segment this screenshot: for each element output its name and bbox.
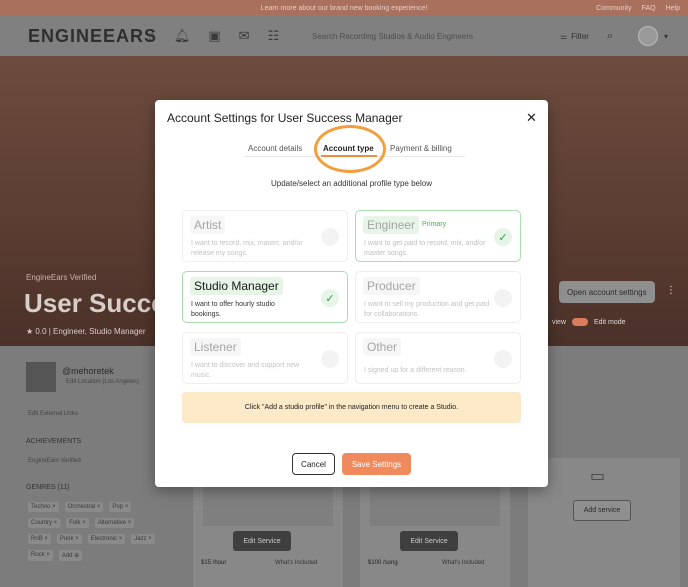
edit-mode-label: Edit mode	[594, 318, 626, 326]
profile-type-card-studio-manager[interactable]: Studio Manager I want to offer hourly st…	[182, 271, 348, 323]
genre-tag[interactable]: Country ×	[28, 518, 61, 528]
profile-type-card-other[interactable]: Other I signed up for a different reason…	[355, 332, 521, 384]
mail-icon[interactable]: ✉	[239, 28, 250, 44]
announcement-bar: Learn more about our brand new booking e…	[0, 0, 688, 16]
edit-service-button[interactable]: Edit Service	[400, 531, 458, 551]
card-description: I want to sell my production and get pai…	[364, 301, 490, 318]
profile-type-card-engineer[interactable]: Engineer Primary I want to get paid to r…	[355, 210, 521, 262]
genre-tag[interactable]: Alternative ×	[94, 518, 135, 528]
card-description: I want to discover and support new music…	[191, 362, 300, 379]
profile-handle: @mehoretek	[62, 366, 114, 376]
close-icon[interactable]: ✕	[526, 110, 537, 126]
modal-title: Account Settings for User Success Manage…	[167, 111, 403, 125]
view-label: view	[552, 318, 567, 326]
card-title: Engineer	[363, 216, 420, 234]
faq-link[interactable]: FAQ	[642, 5, 656, 12]
genre-tag[interactable]: Punk ×	[56, 534, 82, 544]
chevron-down-icon[interactable]: ▾	[664, 32, 668, 41]
genre-list: Techno × Orchestral × Pop × Country × Fo…	[28, 502, 158, 561]
card-title: Artist	[190, 216, 226, 234]
community-link[interactable]: Community	[596, 5, 631, 12]
user-avatar[interactable]	[638, 26, 658, 46]
card-title: Listener	[190, 338, 241, 356]
genre-tag[interactable]: RnB ×	[28, 534, 51, 544]
card-description: I want to get paid to record, mix, and/o…	[364, 240, 486, 257]
checkmark-icon[interactable]: ✓	[321, 289, 339, 307]
tab-account-details[interactable]: Account details	[248, 144, 302, 153]
more-options-icon[interactable]: ⋮	[666, 285, 676, 296]
whats-included-link[interactable]: What's Included	[275, 560, 318, 566]
genre-tag[interactable]: Pop ×	[109, 502, 132, 512]
genre-tag[interactable]: Orchestral ×	[64, 502, 104, 512]
service-thumbnail	[370, 486, 500, 526]
select-radio[interactable]	[321, 228, 339, 246]
filter-label: Filter	[571, 31, 589, 41]
edit-location-link[interactable]: Edit Location (Los Angeles)	[66, 379, 139, 385]
folder-icon[interactable]: ▣	[208, 28, 220, 44]
top-navbar: ENGINEEARS ⌂ 🔔︎ ▣ ✉ ☷ Search Recording S…	[0, 16, 688, 56]
achievements-heading: ACHIEVEMENTS	[26, 438, 82, 445]
bell-icon[interactable]: 🔔︎	[174, 28, 191, 44]
rating-line: ★ 0.0 | Engineer, Studio Manager	[26, 327, 146, 336]
card-title: Studio Manager	[190, 277, 283, 295]
select-radio[interactable]	[321, 350, 339, 368]
community-icon[interactable]: ☷	[268, 28, 280, 44]
primary-badge: Primary	[422, 221, 447, 228]
profile-picture	[26, 362, 56, 392]
service-price: $15 /hour	[201, 560, 227, 566]
help-link[interactable]: Help	[666, 5, 680, 12]
genre-tag[interactable]: Jazz ×	[131, 534, 155, 544]
save-settings-button[interactable]: Save Settings	[342, 453, 411, 475]
whats-included-link[interactable]: What's Included	[442, 560, 485, 566]
monitor-icon: ▭	[590, 468, 606, 485]
select-radio[interactable]	[494, 289, 512, 307]
studio-notice-banner: Click "Add a studio profile" in the navi…	[182, 392, 521, 423]
select-radio[interactable]	[494, 350, 512, 368]
card-title: Other	[363, 338, 402, 356]
announcement-message[interactable]: Learn more about our brand new booking e…	[0, 5, 688, 12]
add-service-card: ▭ Add service	[528, 458, 680, 587]
edit-external-links[interactable]: Edit External Links	[28, 411, 78, 417]
service-thumbnail	[203, 486, 333, 526]
edit-mode-toggle-row: view Edit mode	[552, 318, 626, 326]
profile-type-card-artist[interactable]: Artist I want to record, mix, master, an…	[182, 210, 348, 262]
service-price: $100 /song	[368, 560, 398, 566]
edit-mode-toggle[interactable]	[572, 318, 589, 326]
genre-tag[interactable]: Folk ×	[66, 518, 89, 528]
edit-service-button[interactable]: Edit Service	[233, 531, 291, 551]
active-tab-indicator	[321, 155, 377, 157]
genre-tag[interactable]: Electronic ×	[87, 534, 126, 544]
genres-heading: GENRES (11)	[26, 484, 70, 491]
engineears-logo[interactable]: ENGINEEARS	[28, 26, 157, 47]
global-search-input[interactable]: Search Recording Studios & Audio Enginee…	[312, 32, 473, 41]
profile-type-card-listener[interactable]: Listener I want to discover and support …	[182, 332, 348, 384]
achievement-badge: EngineEars Verified	[28, 458, 81, 464]
add-genre-button[interactable]: Add ⊕	[58, 550, 83, 561]
verified-label: EngineEars Verified	[26, 273, 97, 282]
add-service-button[interactable]: Add service	[573, 500, 631, 521]
card-description: I want to offer hourly studio bookings.	[191, 301, 275, 318]
profile-type-card-producer[interactable]: Producer I want to sell my production an…	[355, 271, 521, 323]
account-settings-modal: Account Settings for User Success Manage…	[155, 100, 548, 487]
card-description: I want to record, mix, master, and/or re…	[191, 240, 303, 257]
tab-account-type[interactable]: Account type	[323, 144, 374, 153]
checkmark-icon[interactable]: ✓	[494, 228, 512, 246]
home-icon[interactable]: ⌂	[148, 28, 156, 44]
open-account-settings-button[interactable]: Open account settings	[559, 281, 655, 303]
filter-button[interactable]: ⚌ Filter	[560, 32, 589, 41]
tab-payment-billing[interactable]: Payment & billing	[390, 144, 452, 153]
cancel-button[interactable]: Cancel	[292, 453, 335, 475]
search-icon[interactable]: ⌕	[607, 30, 613, 43]
sliders-icon: ⚌	[560, 31, 568, 41]
service-card: Edit Service $100 /song What's Included	[360, 478, 510, 587]
modal-subtitle: Update/select an additional profile type…	[271, 179, 432, 188]
card-title: Producer	[363, 277, 420, 295]
service-card: Edit Service $15 /hour What's Included	[193, 478, 343, 587]
genre-tag[interactable]: Techno ×	[28, 502, 59, 512]
genre-tag[interactable]: Rock ×	[28, 550, 53, 561]
card-description: I signed up for a different reason.	[364, 367, 467, 374]
